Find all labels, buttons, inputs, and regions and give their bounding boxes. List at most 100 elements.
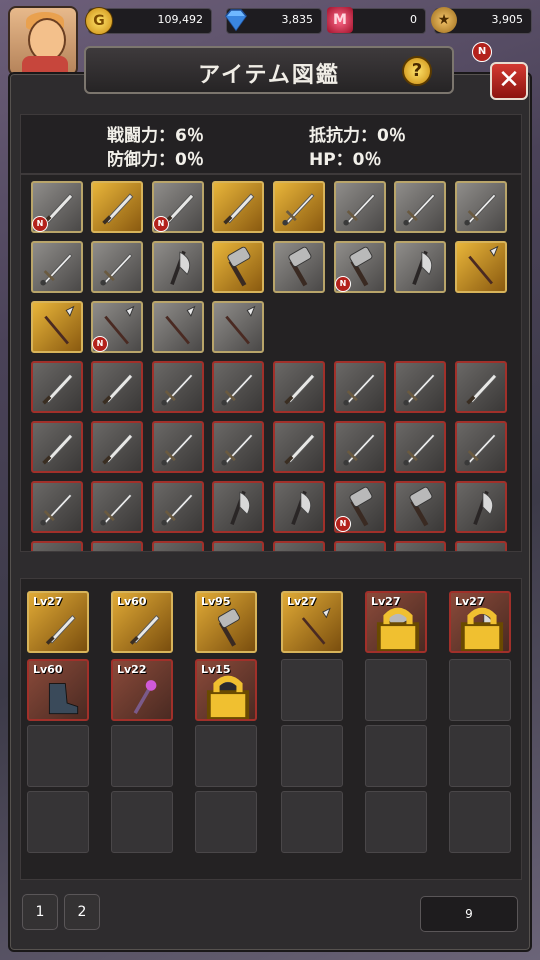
empty-slot[interactable] bbox=[449, 791, 511, 853]
collection-item[interactable] bbox=[212, 181, 264, 233]
collection-item[interactable] bbox=[91, 361, 143, 413]
sword-icon bbox=[40, 493, 73, 526]
collection-item[interactable] bbox=[334, 541, 386, 551]
page-1-button[interactable]: 1 bbox=[22, 894, 58, 930]
collection-item[interactable] bbox=[455, 241, 507, 293]
collection-item[interactable] bbox=[394, 541, 446, 552]
sword-icon bbox=[161, 433, 194, 466]
collection-item[interactable] bbox=[31, 361, 83, 413]
empty-slot[interactable] bbox=[365, 659, 427, 721]
help-button[interactable]: ? bbox=[402, 56, 432, 86]
empty-slot[interactable] bbox=[195, 725, 257, 787]
collection-item[interactable] bbox=[273, 361, 325, 413]
page-2-button[interactable]: 2 bbox=[64, 894, 100, 930]
collection-item[interactable] bbox=[31, 241, 83, 293]
collection-item[interactable] bbox=[212, 361, 264, 413]
empty-slot[interactable] bbox=[195, 791, 257, 853]
collection-item[interactable] bbox=[273, 181, 325, 233]
collection-item[interactable] bbox=[455, 361, 507, 413]
collection-item[interactable] bbox=[334, 361, 386, 413]
collection-item[interactable] bbox=[212, 241, 264, 293]
inventory-item[interactable]: Lv27 bbox=[365, 591, 427, 653]
inventory-item[interactable]: Lv60 bbox=[27, 659, 89, 721]
inventory-item[interactable]: Lv27 bbox=[281, 591, 343, 653]
close-button[interactable]: ✕ bbox=[490, 62, 528, 100]
collection-item[interactable] bbox=[91, 181, 143, 233]
collection-item[interactable]: N bbox=[334, 481, 386, 533]
collection-item[interactable] bbox=[152, 361, 204, 413]
collection-item[interactable] bbox=[91, 421, 143, 473]
sword-icon bbox=[396, 543, 444, 552]
collection-item[interactable] bbox=[273, 421, 325, 473]
hammer-icon bbox=[288, 246, 312, 287]
collection-item[interactable] bbox=[91, 541, 143, 551]
inventory-grid[interactable]: Lv27 Lv60 Lv95 Lv27 Lv27 Lv27 Lv60 Lv22 Lv15 bbox=[20, 578, 522, 880]
empty-slot[interactable] bbox=[27, 725, 89, 787]
axe-icon bbox=[291, 490, 312, 526]
collection-item[interactable]: N bbox=[91, 301, 143, 353]
collection-item[interactable] bbox=[212, 421, 264, 473]
collection-item[interactable] bbox=[273, 541, 325, 552]
inventory-item[interactable]: Lv60 bbox=[111, 591, 173, 653]
player-avatar[interactable] bbox=[8, 6, 78, 76]
collection-item[interactable] bbox=[273, 481, 325, 533]
collection-item[interactable] bbox=[394, 181, 446, 233]
collection-item[interactable] bbox=[152, 481, 204, 533]
sword-icon bbox=[100, 493, 133, 526]
collection-item[interactable] bbox=[212, 541, 264, 551]
spear-icon bbox=[44, 305, 75, 345]
boot-icon bbox=[48, 683, 79, 715]
collection-item[interactable] bbox=[31, 541, 83, 551]
empty-slot[interactable] bbox=[111, 725, 173, 787]
collection-item[interactable] bbox=[152, 241, 204, 293]
collection-item[interactable] bbox=[455, 481, 507, 533]
collection-item[interactable]: N bbox=[334, 241, 386, 293]
empty-slot[interactable] bbox=[27, 791, 89, 853]
empty-slot[interactable] bbox=[365, 725, 427, 787]
axe-icon bbox=[170, 250, 191, 286]
collection-item[interactable] bbox=[91, 481, 143, 533]
sword-icon bbox=[275, 543, 323, 552]
collection-item[interactable] bbox=[91, 241, 143, 293]
collection-item[interactable] bbox=[455, 181, 507, 233]
collection-item[interactable] bbox=[394, 361, 446, 413]
empty-slot[interactable] bbox=[281, 659, 343, 721]
collection-item[interactable] bbox=[212, 301, 264, 353]
empty-slot[interactable] bbox=[281, 791, 343, 853]
inventory-item[interactable]: Lv27 bbox=[449, 591, 511, 653]
collection-item[interactable] bbox=[212, 481, 264, 533]
empty-slot[interactable] bbox=[449, 725, 511, 787]
gold-counter[interactable]: G 109,492 bbox=[85, 7, 212, 35]
empty-slot[interactable] bbox=[449, 659, 511, 721]
collection-item[interactable] bbox=[152, 301, 204, 353]
collection-item[interactable] bbox=[394, 241, 446, 293]
empty-slot[interactable] bbox=[281, 725, 343, 787]
collection-item[interactable] bbox=[152, 541, 204, 551]
collection-item[interactable] bbox=[455, 541, 507, 551]
axe-icon bbox=[230, 490, 251, 526]
collection-item[interactable] bbox=[31, 301, 83, 353]
empty-slot[interactable] bbox=[365, 791, 427, 853]
dagger-icon bbox=[284, 433, 316, 465]
collection-item[interactable]: N bbox=[152, 181, 204, 233]
collection-item[interactable] bbox=[152, 421, 204, 473]
new-badge: N bbox=[92, 336, 108, 352]
collection-item[interactable] bbox=[31, 421, 83, 473]
inventory-item[interactable]: Lv15 bbox=[195, 659, 257, 721]
collection-item[interactable] bbox=[455, 421, 507, 473]
medal-counter[interactable]: ★ 3,905 bbox=[431, 7, 532, 34]
collection-item[interactable] bbox=[334, 181, 386, 233]
gem-counter[interactable]: 3,835 bbox=[225, 8, 322, 34]
collection-grid[interactable]: N N N N N bbox=[20, 174, 522, 552]
collection-item[interactable] bbox=[334, 421, 386, 473]
collection-item[interactable]: N bbox=[31, 181, 83, 233]
collection-item[interactable] bbox=[394, 421, 446, 473]
inventory-item[interactable]: Lv22 bbox=[111, 659, 173, 721]
ruby-counter[interactable]: M 0 bbox=[327, 7, 426, 34]
collection-item[interactable] bbox=[31, 481, 83, 533]
empty-slot[interactable] bbox=[111, 791, 173, 853]
collection-item[interactable] bbox=[273, 241, 325, 293]
inventory-item[interactable]: Lv27 bbox=[27, 591, 89, 653]
collection-item[interactable] bbox=[394, 481, 446, 533]
inventory-item[interactable]: Lv95 bbox=[195, 591, 257, 653]
